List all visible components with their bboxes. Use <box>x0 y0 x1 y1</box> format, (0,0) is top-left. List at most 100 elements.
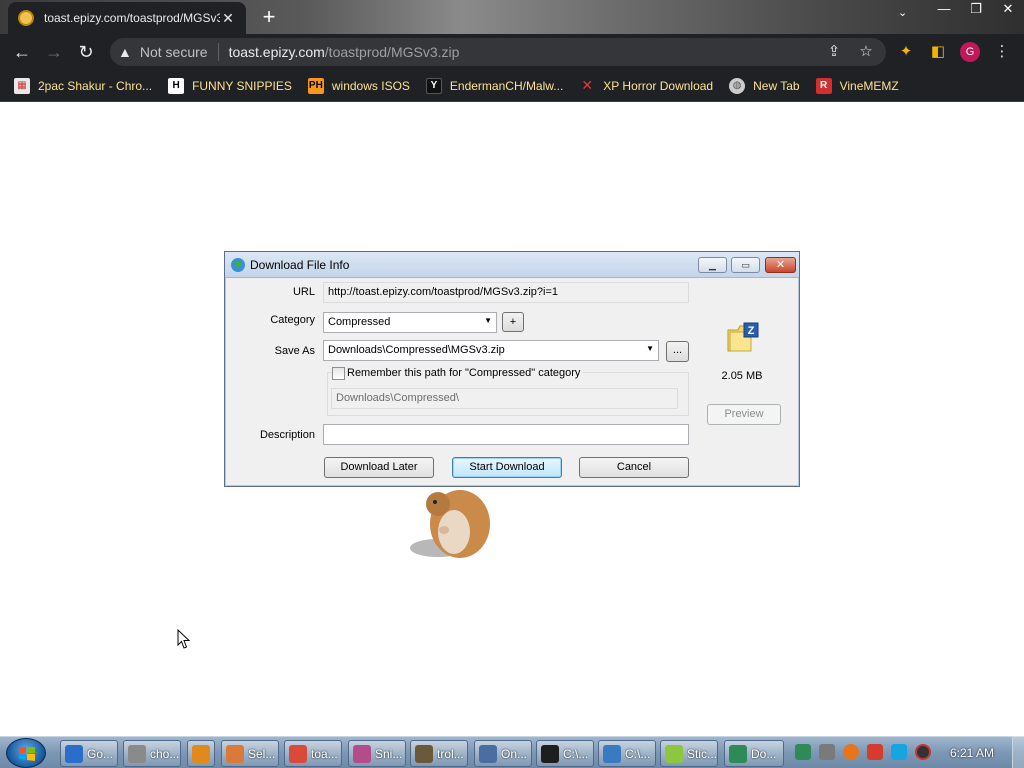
flag-tray-icon[interactable] <box>867 744 883 760</box>
r-icon: R <box>815 77 832 94</box>
tab-title: toast.epizy.com/toastprod/MGSv3 <box>44 11 220 25</box>
taskbar-button[interactable]: Do... <box>724 740 784 767</box>
menu-icon[interactable]: ⋮ <box>992 42 1012 62</box>
volume-tray-icon[interactable] <box>915 744 931 760</box>
taskbar-button[interactable]: cho... <box>123 740 181 767</box>
browser-tab[interactable]: toast.epizy.com/toastprod/MGSv3 ✕ <box>8 2 246 34</box>
media-icon <box>192 744 210 763</box>
taskbar-button[interactable] <box>187 740 215 767</box>
show-desktop-button[interactable] <box>1012 736 1024 768</box>
profile-avatar[interactable]: G <box>960 42 980 62</box>
description-label: Description <box>259 429 315 441</box>
start-button[interactable] <box>6 738 46 768</box>
search-tray-icon[interactable] <box>843 744 859 760</box>
tab-search-icon[interactable]: ⌄ <box>898 6 907 19</box>
yp-icon: Y <box>425 77 442 94</box>
clock[interactable]: 6:21 AM <box>950 746 994 760</box>
ie-icon <box>65 744 83 763</box>
bookmark-label: FUNNY SNIPPIES <box>192 78 292 93</box>
chrome-icon <box>289 744 307 763</box>
x-icon: ✕ <box>581 77 594 93</box>
bookmark-item[interactable]: Y EndermanCH/Malw... <box>425 77 563 94</box>
browse-button[interactable]: ... <box>666 341 689 362</box>
taskbar-button[interactable]: Go... <box>60 740 118 767</box>
chevron-down-icon: ▼ <box>646 344 654 353</box>
zip-file-icon: Z <box>727 322 759 352</box>
bookmark-star-icon[interactable]: ☆ <box>856 42 876 62</box>
url-field[interactable]: http://toast.epizy.com/toastprod/MGSv3.z… <box>323 282 689 303</box>
url-host: toast.epizy.com <box>228 44 325 60</box>
extensions-icon[interactable]: ✦ <box>896 42 916 62</box>
keyboard-icon <box>479 744 497 763</box>
app-tray-icon[interactable] <box>819 744 835 760</box>
site-favicon-icon <box>18 10 34 26</box>
close-window-icon[interactable]: ✕ <box>992 0 1024 20</box>
taskbar-button[interactable]: Sni... <box>348 740 406 767</box>
taskbar-button-label: Sni... <box>375 746 403 761</box>
category-select[interactable]: Compressed ▼ <box>323 312 497 333</box>
bookmark-label: New Tab <box>753 78 800 93</box>
cancel-button[interactable]: Cancel <box>579 457 689 478</box>
sticky-icon <box>665 744 683 763</box>
back-icon[interactable]: ← <box>10 40 34 64</box>
save-as-value: Downloads\Compressed\MGSv3.zip <box>328 344 505 356</box>
taskbar-button-label: On... <box>501 746 528 761</box>
window-icon <box>603 744 621 763</box>
side-panel-icon[interactable]: ◧ <box>928 42 948 62</box>
remember-path-label: Remember this path for "Compressed" cate… <box>347 367 584 379</box>
dialog-maximize-icon[interactable]: ▭ <box>731 257 760 273</box>
bookmark-item[interactable]: PH windows ISOS <box>307 77 410 94</box>
browser-toolbar: ← → ↻ ▲ Not secure toast.epizy.com /toas… <box>0 34 1024 70</box>
new-tab-icon[interactable]: + <box>258 6 280 28</box>
mouse-cursor-icon <box>177 629 191 649</box>
taskbar-button[interactable]: Sel... <box>221 740 279 767</box>
bookmark-item[interactable]: H FUNNY SNIPPIES <box>168 77 292 94</box>
preview-button[interactable]: Preview <box>707 404 781 425</box>
bookmark-item[interactable]: ✕ XP Horror Download <box>579 77 714 94</box>
taskbar-button[interactable]: C:\... <box>536 740 594 767</box>
restore-icon[interactable]: ❐ <box>960 0 992 20</box>
url-path: /toastprod/MGSv3.zip <box>324 44 460 60</box>
download-later-button[interactable]: Download Later <box>324 457 434 478</box>
omnibox-divider <box>217 43 219 61</box>
taskbar-button[interactable]: toa... <box>284 740 342 767</box>
taskbar-button[interactable]: C:\... <box>598 740 656 767</box>
hamster-image <box>410 490 490 558</box>
bookmarks-bar: ▦ 2pac Shakur - Chro... H FUNNY SNIPPIES… <box>0 70 1024 102</box>
dialog-minimize-icon[interactable]: ▁ <box>698 257 727 273</box>
taskbar-button[interactable]: Stic... <box>660 740 718 767</box>
minimize-icon[interactable]: — <box>928 0 960 20</box>
category-label: Category <box>270 314 315 326</box>
tab-close-icon[interactable]: ✕ <box>220 10 236 27</box>
bookmark-label: XP Horror Download <box>603 78 714 93</box>
dialog-title-bar[interactable]: Download File Info ▁ ▭ ✕ <box>225 252 799 278</box>
reload-icon[interactable]: ↻ <box>74 40 98 64</box>
address-bar[interactable]: ▲ Not secure toast.epizy.com /toastprod/… <box>110 38 886 66</box>
start-download-button[interactable]: Start Download <box>452 457 562 478</box>
taskbar-button-label: C:\... <box>563 746 589 761</box>
bookmark-item[interactable]: ◍ New Tab <box>729 77 800 94</box>
bookmark-item[interactable]: R VineMEMZ <box>815 77 899 94</box>
dialog-close-icon[interactable]: ✕ <box>765 257 796 273</box>
share-icon[interactable]: ⇪ <box>824 42 844 62</box>
idm-tray-icon[interactable] <box>795 744 811 760</box>
idm-icon <box>231 258 245 272</box>
tab-strip: toast.epizy.com/toastprod/MGSv3 ✕ + ⌄ — … <box>0 0 1024 34</box>
warning-icon: ▲ <box>118 44 132 60</box>
taskbar-button-label: Do... <box>751 746 777 761</box>
remember-path-checkbox[interactable] <box>332 367 345 380</box>
save-as-select[interactable]: Downloads\Compressed\MGSv3.zip ▼ <box>323 340 659 361</box>
taskbar-button-label: Sel... <box>248 746 276 761</box>
description-input[interactable] <box>323 424 689 445</box>
taskbar-button[interactable]: trol... <box>410 740 468 767</box>
forward-icon[interactable]: → <box>42 40 66 64</box>
globe-icon: ◍ <box>729 77 746 94</box>
bookmark-item[interactable]: ▦ 2pac Shakur - Chro... <box>14 77 152 94</box>
app-icon <box>128 744 146 763</box>
url-label: URL <box>292 286 315 298</box>
bookmark-label: windows ISOS <box>331 78 410 93</box>
add-category-button[interactable]: + <box>502 312 524 332</box>
monitor-tray-icon[interactable] <box>891 744 907 760</box>
download-file-info-dialog: Download File Info ▁ ▭ ✕ URL http://toas… <box>224 251 800 487</box>
taskbar-button[interactable]: On... <box>474 740 532 767</box>
